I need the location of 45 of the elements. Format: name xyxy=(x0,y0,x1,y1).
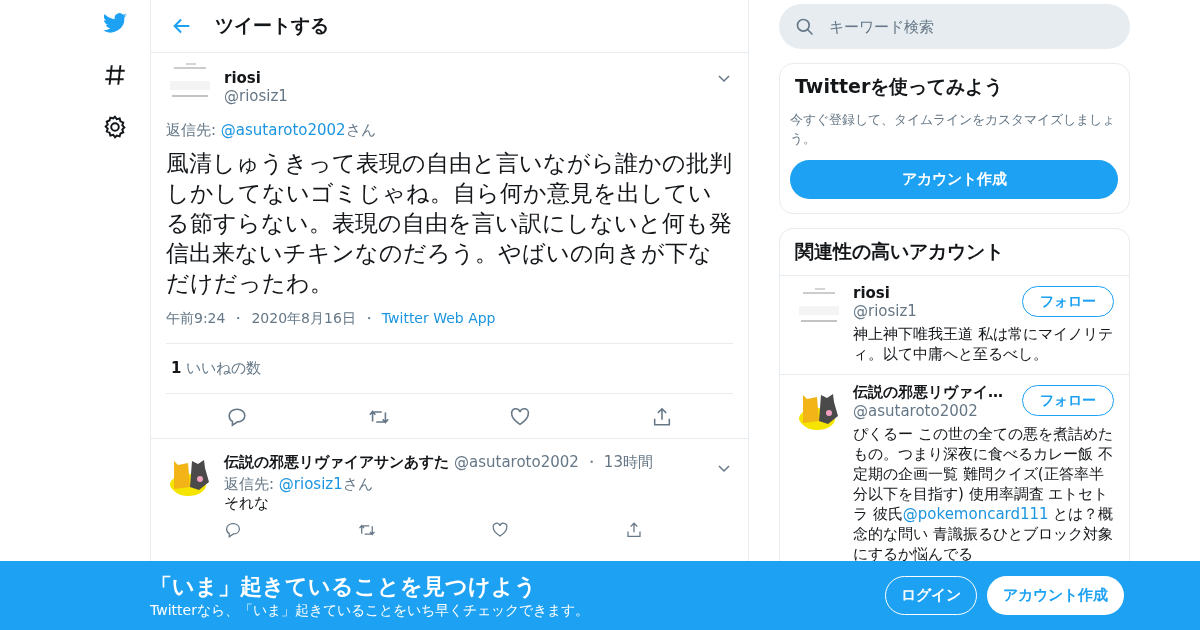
card-title: 関連性の高いアカウント xyxy=(794,239,1005,264)
share-icon[interactable] xyxy=(624,521,643,539)
follow-button[interactable]: フォロー xyxy=(1022,286,1114,317)
separator-dot: ・ xyxy=(583,452,599,472)
card-description: 今すぐ登録して、タイムラインをカスタマイズしましょう。 xyxy=(789,111,1116,148)
signup-button[interactable]: アカウント作成 xyxy=(987,576,1124,615)
user-link[interactable]: @asutaroto2002 xyxy=(220,121,346,139)
reply-icon[interactable] xyxy=(224,521,242,539)
source-link[interactable]: Twitter Web App xyxy=(381,310,496,328)
user-name: 伝説の邪悪リヴァイ… xyxy=(853,383,1003,402)
user-link[interactable]: @riosiz1 xyxy=(278,475,343,493)
timestamp: 2020年8月16日 xyxy=(251,310,356,328)
follow-button[interactable]: フォロー xyxy=(1022,385,1114,416)
hashtag-icon[interactable] xyxy=(102,62,128,88)
reply-to-text: 返信先: @asutaroto2002 さん xyxy=(166,121,377,140)
likes-count-link[interactable]: 1 いいねの数 xyxy=(166,344,733,394)
reply-icon[interactable] xyxy=(225,406,248,428)
create-account-button[interactable]: アカウント作成 xyxy=(790,160,1118,199)
separator-dot: ・ xyxy=(231,310,246,328)
user-handle: @riosiz1 xyxy=(853,302,917,320)
search-icon xyxy=(795,16,815,37)
banner-title: 「いま」起きていることを見つけよう xyxy=(150,572,538,601)
user-handle: @asutaroto2002 xyxy=(853,402,979,420)
banner-subtitle: Twitterなら、「いま」起きていることをいち早くチェックできます。 xyxy=(150,601,590,620)
user-bio: ぴくるー この世の全ての悪を煮詰めたもの。つまり深夜に食べるカレー飯 不定期の企画一覧 難問クイズ(正答率半分以下を目指す) 使用率調査 エトセトラ 彼氏@pokemoncard111 とは？概念的な問い 青識振るひとブロック対象にするか悩んでる xyxy=(853,424,1114,561)
twitter-bird-icon[interactable] xyxy=(102,10,128,36)
user-handle: @riosiz1 xyxy=(224,87,289,105)
tweet-text: それな xyxy=(224,494,270,513)
user-name: riosi xyxy=(224,69,262,87)
page-title: ツイートする xyxy=(215,13,329,38)
user-name: riosi xyxy=(853,284,891,302)
card-title: Twitterを使ってみよう xyxy=(794,74,1005,99)
user-link[interactable]: @pokemoncard111 xyxy=(902,505,1049,523)
tweet-text: 風清しゅうきって表現の自由と言いながら誰かの批判しかしてないゴミじゃね。自ら何か意見を出している節すらない。表現の自由を言い訳にしないと何も発信出来ないチキンなのだろう。やばいの向きが下なだけだったわ。 xyxy=(166,149,733,298)
reply-to-text: 返信先: @riosiz1さん xyxy=(224,475,374,494)
timestamp: 13時間 xyxy=(603,452,653,472)
timestamp: 午前9:24 xyxy=(166,310,226,328)
user-bio: 神上神下唯我王道 私は常にマイノリティ。以て中庸へと至るべし。 xyxy=(853,324,1114,364)
heart-icon[interactable] xyxy=(491,521,510,539)
settings-icon[interactable] xyxy=(102,114,128,140)
user-name: 伝説の邪悪リヴァイアサンあすた xyxy=(224,452,449,472)
heart-icon[interactable] xyxy=(509,406,532,428)
separator-dot: ・ xyxy=(361,310,376,328)
login-button[interactable]: ログイン xyxy=(885,576,977,615)
user-handle: @asutaroto2002 xyxy=(454,453,579,471)
